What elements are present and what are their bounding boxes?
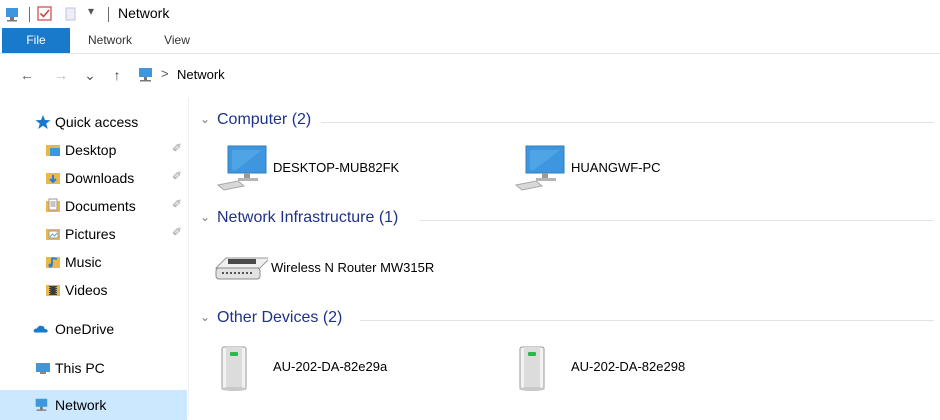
breadcrumb-network[interactable]: Network [177, 67, 225, 82]
network-item-label: HUANGWF-PC [571, 160, 661, 175]
sidebar-item-desktop[interactable]: Desktop ✐ [0, 137, 187, 163]
sidebar-item-label: This PC [55, 360, 105, 376]
tab-view[interactable]: View [156, 28, 198, 53]
router-icon [214, 257, 268, 280]
documents-folder-icon [46, 198, 60, 212]
sidebar-item-onedrive[interactable]: OneDrive [0, 316, 187, 342]
group-label: Network Infrastructure (1) [217, 209, 409, 227]
customize-toolbar-icon[interactable]: ▾ [88, 4, 94, 18]
up-button[interactable]: ↑ [106, 64, 128, 86]
title-bar: ▾ Network [0, 0, 940, 28]
forward-button[interactable]: → [48, 64, 74, 86]
device-tower-icon [221, 346, 247, 391]
group-header-network-infrastructure[interactable]: ⌄ Network Infrastructure (1) [190, 207, 940, 233]
navigation-pane: Quick access Desktop ✐ Downloads ✐ Docum… [0, 98, 189, 420]
title-separator [108, 7, 109, 22]
sidebar-item-label: OneDrive [55, 321, 115, 337]
window-title: Network [118, 5, 170, 21]
back-button[interactable]: ← [14, 64, 40, 86]
network-item-label: DESKTOP-MUB82FK [273, 160, 400, 175]
new-folder-icon[interactable] [64, 6, 78, 22]
sidebar-item-label: Documents [65, 198, 136, 214]
group-divider [420, 220, 934, 221]
collapse-chevron-icon[interactable]: ⌄ [200, 310, 210, 324]
computer-icon [514, 145, 565, 191]
sidebar-item-downloads[interactable]: Downloads ✐ [0, 165, 187, 191]
navigation-bar: ← → ⌄ ↑ > Network [0, 60, 940, 90]
pin-icon[interactable]: ✐ [172, 169, 182, 183]
group-divider [360, 320, 934, 321]
videos-folder-icon [46, 285, 60, 296]
breadcrumb-separator[interactable]: > [161, 66, 169, 81]
network-item-label: AU-202-DA-82e298 [571, 359, 686, 374]
network-icon [139, 68, 152, 82]
star-icon [35, 115, 51, 129]
tab-network[interactable]: Network [80, 28, 140, 53]
address-bar[interactable]: > Network [133, 63, 940, 87]
pin-icon[interactable]: ✐ [172, 225, 182, 239]
network-item-device[interactable]: AU-202-DA-82e298 [514, 343, 804, 393]
sidebar-item-this-pc[interactable]: This PC [0, 355, 187, 381]
sidebar-item-label: Pictures [65, 226, 116, 242]
sidebar-item-quick-access[interactable]: Quick access [0, 109, 187, 135]
sidebar-item-documents[interactable]: Documents ✐ [0, 193, 187, 219]
sidebar-item-label: Desktop [65, 142, 117, 158]
pin-icon[interactable]: ✐ [172, 197, 182, 211]
sidebar-item-label: Quick access [55, 114, 139, 130]
desktop-folder-icon [46, 145, 60, 156]
device-tower-icon [519, 346, 545, 391]
content-pane: ⌄ Computer (2) DESKTOP-MUB82FK HUANGWF-P… [190, 98, 940, 416]
network-item-label: Wireless N Router MW315R [271, 260, 435, 275]
group-label: Computer (2) [217, 111, 322, 129]
music-folder-icon [46, 257, 60, 268]
onedrive-cloud-icon [33, 325, 48, 333]
network-item-computer[interactable]: DESKTOP-MUB82FK [216, 144, 506, 194]
tab-file[interactable]: File [2, 28, 70, 53]
this-pc-icon [36, 363, 50, 374]
network-item-computer[interactable]: HUANGWF-PC [514, 144, 804, 194]
network-item-router[interactable]: Wireless N Router MW315R [214, 244, 504, 294]
title-separator [29, 7, 30, 22]
sidebar-item-label: Videos [65, 282, 108, 298]
collapse-chevron-icon[interactable]: ⌄ [200, 112, 210, 126]
sidebar-item-pictures[interactable]: Pictures ✐ [0, 221, 187, 247]
properties-check-icon[interactable] [37, 6, 53, 22]
downloads-folder-icon [46, 173, 60, 184]
group-divider [320, 122, 934, 123]
group-header-computer[interactable]: ⌄ Computer (2) [190, 109, 940, 135]
network-icon[interactable] [4, 6, 22, 22]
collapse-chevron-icon[interactable]: ⌄ [200, 210, 210, 224]
sidebar-item-label: Network [55, 397, 107, 413]
ribbon-tabs: File Network View [0, 28, 940, 54]
sidebar-item-label: Music [65, 254, 102, 270]
network-icon [35, 398, 48, 411]
sidebar-item-label: Downloads [65, 170, 135, 186]
computer-icon [216, 145, 267, 191]
sidebar-item-music[interactable]: Music [0, 249, 187, 275]
pictures-folder-icon [46, 229, 60, 240]
network-item-label: AU-202-DA-82e29a [273, 359, 388, 374]
recent-locations-button[interactable]: ⌄ [80, 64, 100, 86]
sidebar-item-videos[interactable]: Videos [0, 277, 187, 303]
group-label: Other Devices (2) [217, 309, 353, 327]
group-header-other-devices[interactable]: ⌄ Other Devices (2) [190, 307, 940, 333]
network-item-device[interactable]: AU-202-DA-82e29a [216, 343, 506, 393]
pin-icon[interactable]: ✐ [172, 141, 182, 155]
